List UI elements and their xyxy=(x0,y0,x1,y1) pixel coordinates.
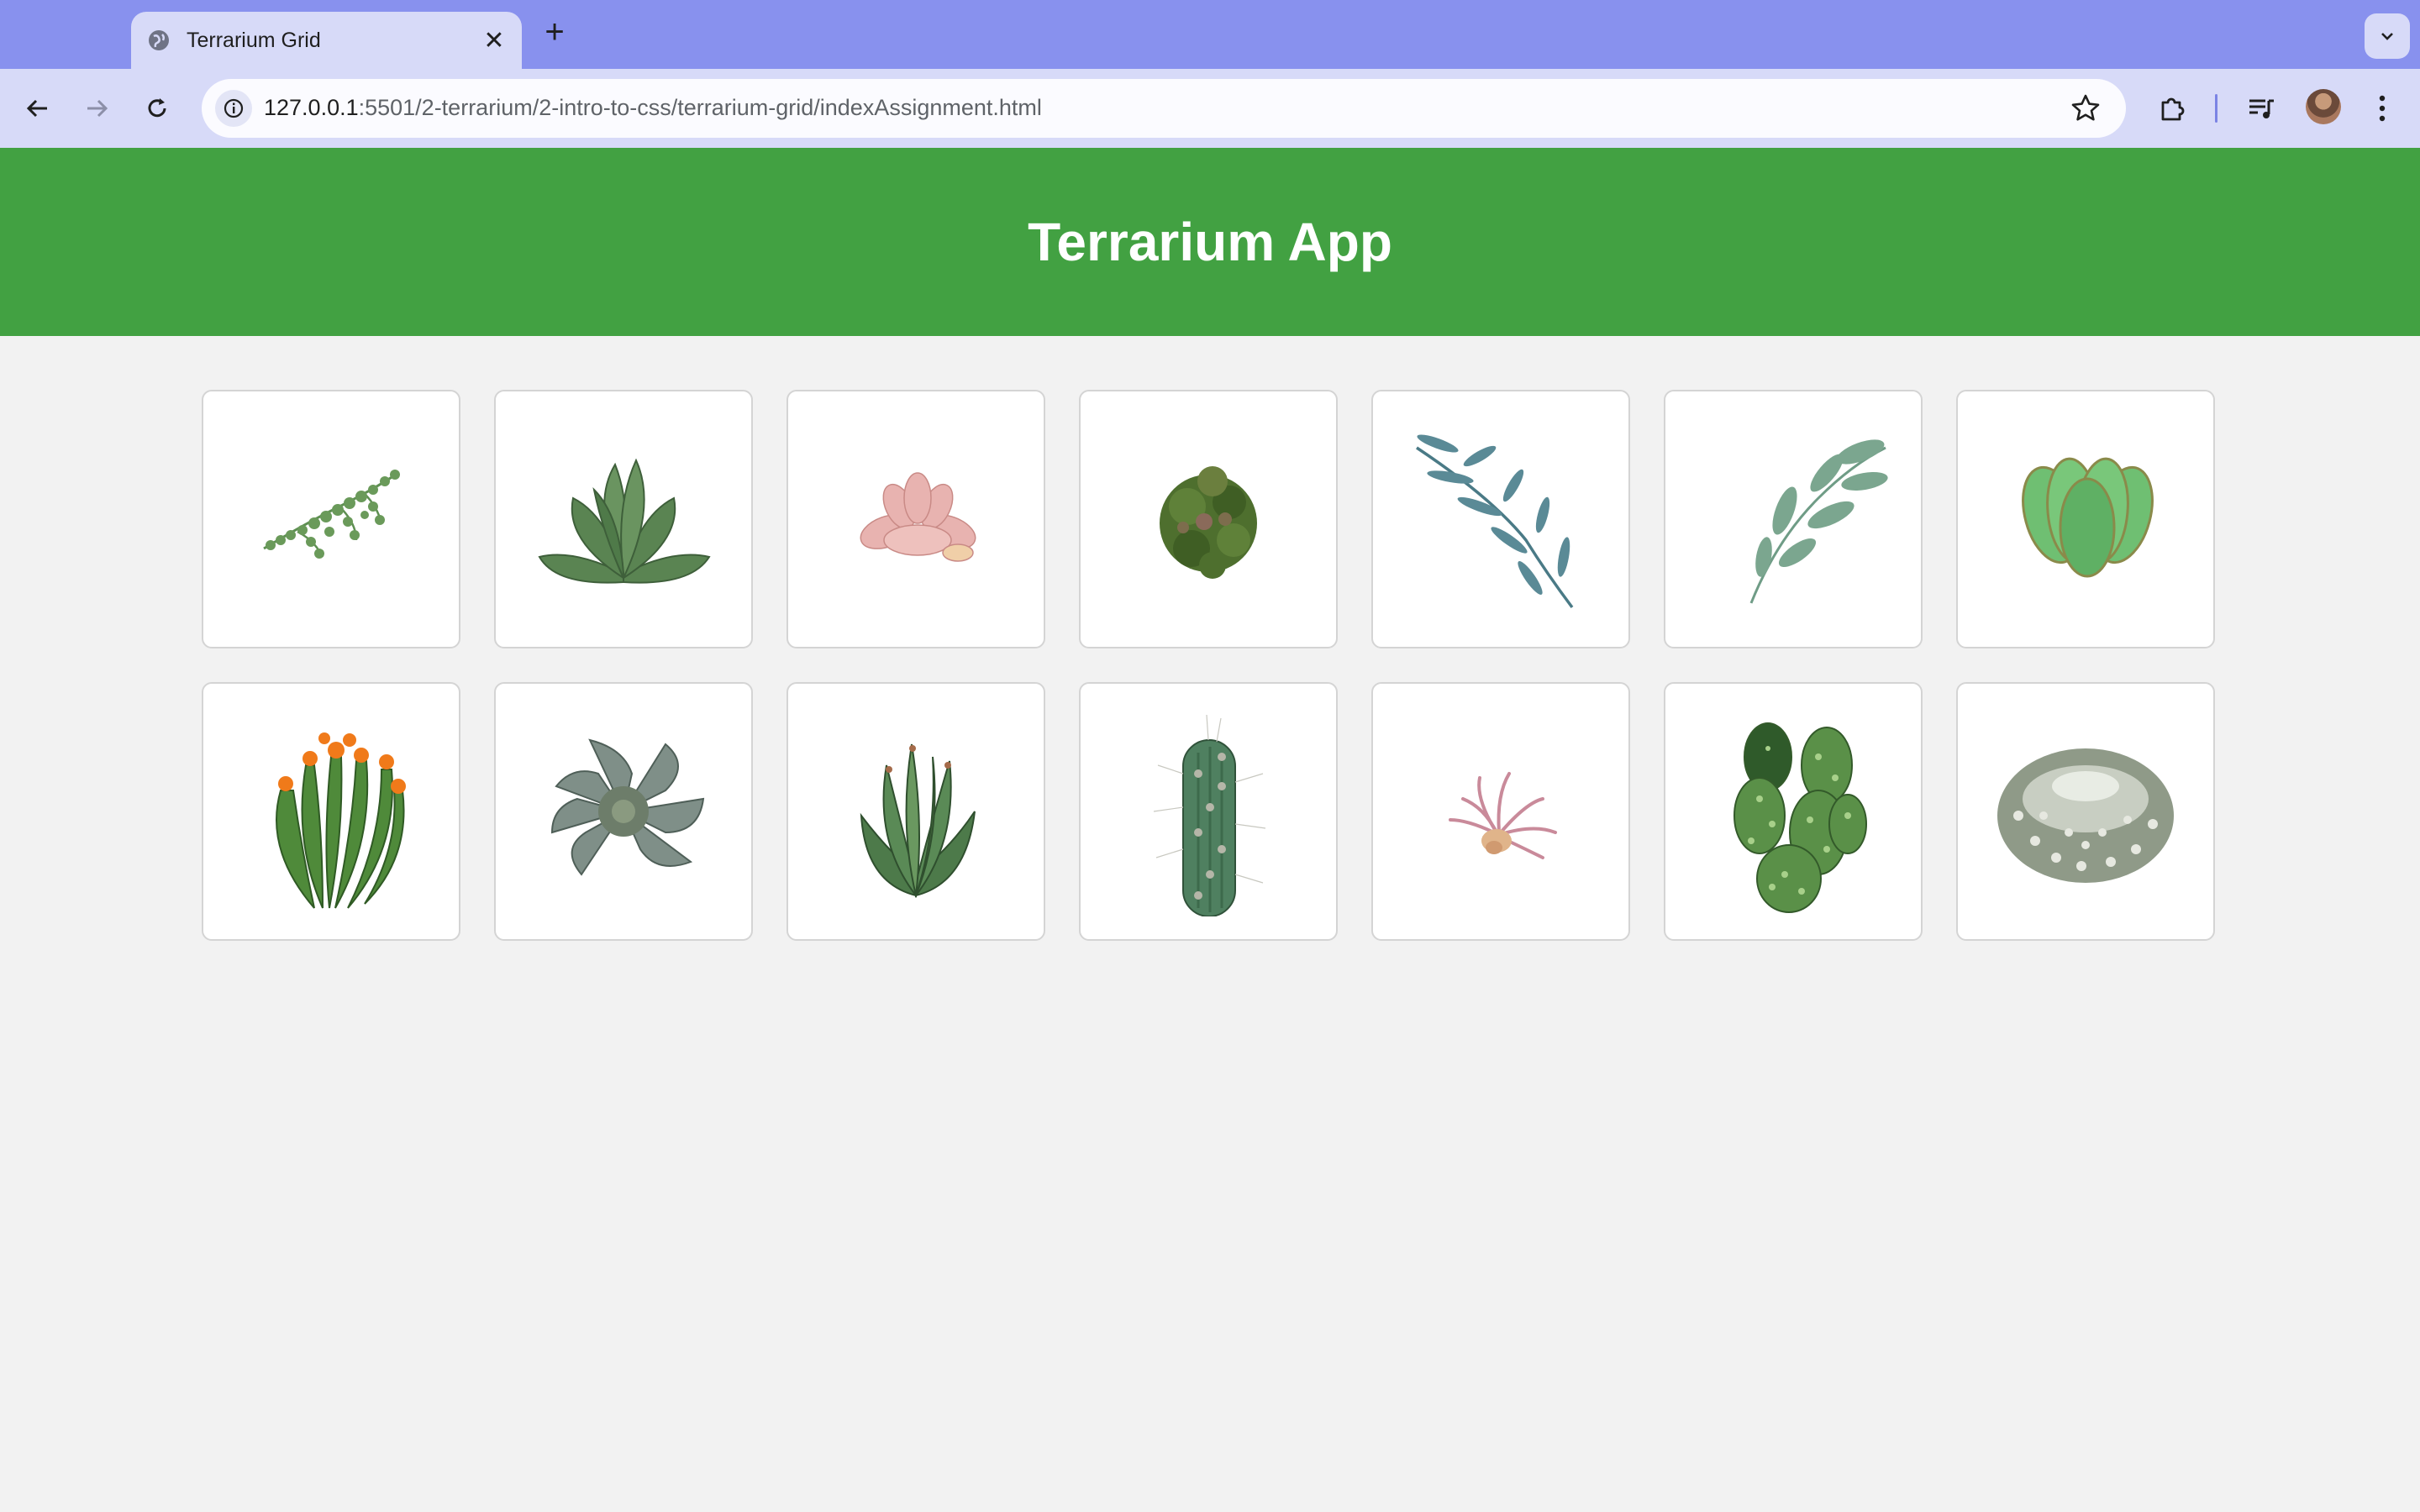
extensions-puzzle-icon[interactable] xyxy=(2151,87,2193,129)
aloe-plant-image xyxy=(860,743,976,898)
address-bar[interactable]: 127.0.0.1:5501/2-terrarium/2-intro-to-cs… xyxy=(202,79,2126,138)
reload-icon[interactable] xyxy=(136,87,178,129)
more-menu-icon[interactable] xyxy=(2361,87,2403,129)
plant-card xyxy=(1079,682,1338,941)
plant-card xyxy=(1956,682,2215,941)
chevron-down-icon[interactable] xyxy=(2365,13,2410,59)
plant-card xyxy=(786,682,1045,941)
plant-grid xyxy=(202,390,2215,941)
blue-green-eucalyptus-branch-image xyxy=(1416,434,1574,609)
back-arrow-icon[interactable] xyxy=(17,87,59,129)
plant-card xyxy=(1664,682,1923,941)
globe-icon xyxy=(149,30,169,50)
plus-icon[interactable]: + xyxy=(538,13,571,50)
tab-title: Terrarium Grid xyxy=(187,28,321,52)
plant-card xyxy=(202,390,460,648)
orange-flowering-cactus-image xyxy=(276,732,406,909)
profile-avatar[interactable] xyxy=(2306,89,2341,124)
plant-card xyxy=(1371,390,1630,648)
bookmark-star-icon[interactable] xyxy=(2069,92,2102,125)
plant-card xyxy=(1079,390,1338,648)
forward-arrow-icon[interactable] xyxy=(76,87,118,129)
grey-echeveria-image xyxy=(550,738,705,876)
columnar-cactus-image xyxy=(1153,714,1266,916)
plant-card xyxy=(494,682,753,941)
tab-terrarium-grid[interactable]: Terrarium Grid ✕ xyxy=(131,12,522,69)
browser-toolbar: 127.0.0.1:5501/2-terrarium/2-intro-to-cs… xyxy=(0,69,2420,150)
plant-card xyxy=(1371,682,1630,941)
pink-succulent-image xyxy=(860,472,976,562)
plant-card xyxy=(202,682,460,941)
page-title: Terrarium App xyxy=(1028,212,1392,272)
info-icon[interactable] xyxy=(215,90,252,127)
dark-green-shrub-image xyxy=(1160,466,1257,579)
plant-card xyxy=(494,390,753,648)
jade-succulent-image xyxy=(2022,457,2154,578)
string-of-pearls-image xyxy=(263,470,400,559)
url-path: :5501/2-terrarium/2-intro-to-css/terrari… xyxy=(358,95,1042,120)
plant-card xyxy=(786,390,1045,648)
plant-card xyxy=(1664,390,1923,648)
plant-card xyxy=(1956,390,2215,648)
media-playlist-icon[interactable] xyxy=(2240,87,2282,129)
toolbar-divider xyxy=(2215,94,2217,123)
prickly-pear-cactus-image xyxy=(1733,722,1867,913)
page-header: Terrarium App xyxy=(0,148,2420,336)
sage-green-branch-image xyxy=(1749,439,1888,604)
green-succulent-rosette-image xyxy=(538,458,711,584)
url-host: 127.0.0.1 xyxy=(264,95,359,120)
round-white-cactus-image xyxy=(1997,748,2174,883)
close-icon[interactable]: ✕ xyxy=(478,24,510,56)
air-plant-image xyxy=(1449,772,1557,859)
tab-strip: Terrarium Grid ✕ + xyxy=(0,0,2420,69)
url-text[interactable]: 127.0.0.1:5501/2-terrarium/2-intro-to-cs… xyxy=(264,95,1042,121)
